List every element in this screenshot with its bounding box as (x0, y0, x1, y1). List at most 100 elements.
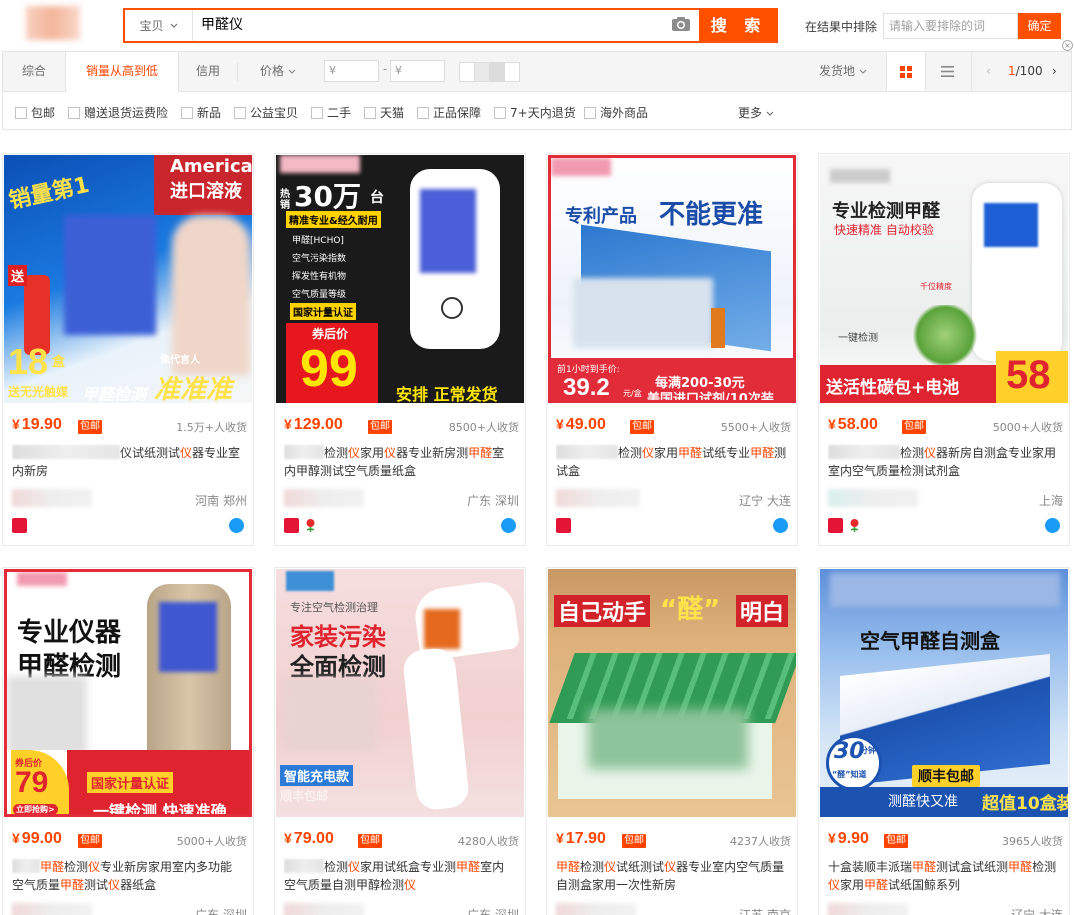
checkbox[interactable] (364, 106, 376, 119)
product-card[interactable]: 专业检测甲醛 快速精准 自动校验 千位精度 一键检测 送活性碳包+电池 58 ¥… (818, 153, 1070, 546)
sales-count: 8500+人收货 (448, 421, 519, 434)
shop-row: 上海 (828, 489, 1063, 509)
tab-sales-sort[interactable]: 销量从高到低 (65, 52, 179, 92)
list-view-button[interactable] (927, 52, 967, 91)
shop-name[interactable] (556, 903, 636, 915)
flower-icon[interactable] (847, 518, 862, 533)
product-title[interactable]: 检测仪家用甲醛试纸专业甲醛测试盒 (556, 444, 788, 480)
checkbox[interactable] (494, 106, 506, 119)
shop-name[interactable] (828, 903, 908, 915)
tab-default-sort[interactable]: 综合 (3, 52, 65, 91)
checkbox[interactable] (311, 106, 323, 119)
product-image[interactable]: 专业检测甲醛 快速精准 自动校验 千位精度 一键检测 送活性碳包+电池 58 (820, 155, 1068, 403)
product-title[interactable]: 检测仪家用仪器专业新房测甲醛室内甲醇测试空气质量纸盒 (284, 444, 516, 480)
product-card[interactable]: 专利产品 不能更准 前1小时到手价: 39.2 元/盒 每满200-30元 美国… (546, 153, 798, 546)
tab-credit-sort[interactable]: 信用 (179, 52, 237, 91)
confirm-button[interactable]: 确定 (1018, 13, 1061, 39)
plant-image (910, 305, 980, 365)
badge-row (12, 518, 247, 534)
wangwang-icon[interactable] (229, 518, 244, 533)
camera-icon[interactable] (671, 16, 691, 32)
product-card[interactable]: 空气甲醛自测盒 30 分钟 “醛”知道 顺丰包邮 测醛快又准 超值10盒装 ¥9… (818, 567, 1070, 915)
shop-name[interactable] (284, 903, 364, 915)
checkbox[interactable] (181, 106, 193, 119)
close-icon[interactable]: × (1062, 40, 1073, 51)
search-type-select[interactable]: 宝贝 (125, 10, 193, 41)
product-card[interactable]: 专注空气检测治理 家装污染 全面检测 智能充电款 顺丰包邮 ¥79.00 包邮 … (274, 567, 526, 915)
next-page-icon[interactable]: › (1052, 64, 1057, 78)
shop-name[interactable] (284, 489, 364, 507)
product-card[interactable]: America 进口溶液 销量第1 送 18 盒 送无光触媒 甲醛检测 准准准 … (2, 153, 254, 546)
filter-7day-return[interactable]: 7+天内退货 (494, 104, 576, 121)
product-card[interactable]: 自己动手 “醛” 明白 ¥17.90 包邮 4237人收货 甲醛检测仪试纸测试仪… (546, 567, 798, 915)
price-max-input[interactable]: ¥ (390, 60, 445, 82)
product-image[interactable]: 热销 30万 台 精准专业&经久耐用 甲醛[HCHO] 空气污染指数 挥发性有机… (276, 155, 524, 403)
device-screen (984, 203, 1038, 247)
checkbox[interactable] (417, 106, 429, 119)
product-card[interactable]: 热销 30万 台 精准专业&经久耐用 甲醛[HCHO] 空气污染指数 挥发性有机… (274, 153, 526, 546)
checkbox[interactable] (68, 106, 80, 119)
free-shipping-badge: 包邮 (902, 420, 926, 434)
wangwang-icon[interactable] (773, 518, 788, 533)
blurred-text (556, 445, 618, 459)
shop-name[interactable] (828, 489, 918, 507)
filter-authentic[interactable]: 正品保障 (417, 104, 481, 121)
checkbox[interactable] (234, 106, 246, 119)
product-image[interactable]: 空气甲醛自测盒 30 分钟 “醛”知道 顺丰包邮 测醛快又准 超值10盒装 (820, 569, 1068, 817)
flower-icon[interactable] (303, 518, 318, 533)
page-indicator: 1/100 (1008, 64, 1043, 78)
product-title[interactable]: 甲醛检测仪专业新房家用室内多功能空气质量甲醛测试仪器纸盒 (12, 858, 244, 894)
product-price: ¥9.90 (828, 830, 869, 847)
shop-name[interactable] (12, 489, 92, 507)
filter-panel: 综合 销量从高到低 信用 价格 ¥ - ¥ 发货地 ‹ 1/100 › 包邮 赠… (2, 51, 1072, 130)
product-image[interactable]: America 进口溶液 销量第1 送 18 盒 送无光触媒 甲醛检测 准准准 … (4, 155, 252, 403)
site-logo[interactable] (26, 6, 80, 40)
filter-tmall[interactable]: 天猫 (364, 104, 404, 121)
checkbox[interactable] (15, 106, 27, 119)
more-filters[interactable]: 更多 (738, 104, 774, 121)
product-price: ¥129.00 (284, 416, 343, 433)
art-text: 专业检测甲醛 (832, 201, 940, 222)
product-image[interactable]: 专利产品 不能更准 前1小时到手价: 39.2 元/盒 每满200-30元 美国… (548, 155, 796, 403)
tmall-icon[interactable] (284, 518, 299, 533)
search-button[interactable]: 搜 索 (699, 8, 778, 43)
product-title[interactable]: 检测仪器新房自测盒专业家用室内空气质量检测试剂盒 (828, 444, 1060, 480)
product-card[interactable]: 专业仪器 甲醛检测 券后价 79 立即抢购> 国家计量认证 一键检测 快速准确 … (2, 567, 254, 915)
sales-count: 4237人收货 (730, 835, 791, 848)
tmall-icon[interactable] (828, 518, 843, 533)
tmall-icon[interactable] (556, 518, 571, 533)
filter-charity[interactable]: 公益宝贝 (234, 104, 298, 121)
exclude-input[interactable] (883, 13, 1018, 39)
ship-from-dropdown[interactable]: 发货地 (819, 52, 867, 91)
checkbox[interactable] (584, 106, 596, 119)
prev-page-icon[interactable]: ‹ (986, 64, 991, 78)
product-image[interactable]: 专业仪器 甲醛检测 券后价 79 立即抢购> 国家计量认证 一键检测 快速准确 (4, 569, 252, 817)
filter-return-insurance[interactable]: 赠送退货运费险 (68, 104, 168, 121)
art-text: 准准准 (154, 375, 233, 403)
product-title[interactable]: 仪试纸测试仪器专业室内新房 (12, 444, 244, 480)
product-image[interactable]: 自己动手 “醛” 明白 (548, 569, 796, 817)
search-input[interactable]: 甲醛仪 (201, 10, 243, 41)
shop-name[interactable] (12, 903, 92, 915)
price-sort[interactable]: 价格 (245, 52, 311, 91)
chevron-down-icon (859, 69, 867, 74)
price-min-input[interactable]: ¥ (324, 60, 379, 82)
product-image[interactable]: 专注空气检测治理 家装污染 全面检测 智能充电款 顺丰包邮 (276, 569, 524, 817)
product-title[interactable]: 检测仪家用试纸盒专业测甲醛室内空气质量自测甲醇检测仪 (284, 858, 516, 894)
product-title[interactable]: 甲醛检测仪试纸测试仪器专业室内空气质量自测盒家用一次性新房 (556, 858, 788, 894)
grid-view-button[interactable] (886, 52, 926, 91)
wangwang-icon[interactable] (1045, 518, 1060, 533)
product-title[interactable]: 十盒装顺丰派瑞甲醛测试盒试纸测甲醛检测仪家用甲醛试纸国鲸系列 (828, 858, 1060, 894)
shop-name[interactable] (556, 489, 640, 507)
filter-overseas[interactable]: 海外商品 (584, 104, 648, 121)
filter-free-shipping[interactable]: 包邮 (15, 104, 55, 121)
filter-second-hand[interactable]: 二手 (311, 104, 351, 121)
filter-new[interactable]: 新品 (181, 104, 221, 121)
art-text: 空气甲醛自测盒 (860, 629, 1000, 653)
art-text: 甲醛[HCHO] (292, 236, 344, 246)
wangwang-icon[interactable] (501, 518, 516, 533)
tmall-icon[interactable] (12, 518, 27, 533)
art-text: 自己动手 (554, 595, 651, 627)
art-text: 台 (370, 190, 384, 206)
art-text: 测醛快又准 (888, 794, 958, 810)
